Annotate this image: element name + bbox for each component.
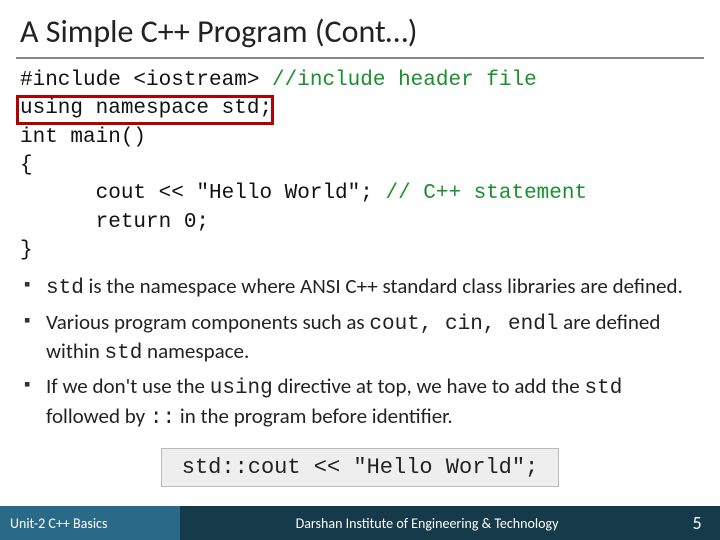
code-line: #include <iostream> //include header fil… bbox=[20, 67, 700, 95]
footer: Unit-2 C++ Basics Darshan Institute of E… bbox=[0, 506, 720, 540]
code-line: return 0; bbox=[20, 209, 700, 237]
footer-unit: Unit-2 C++ Basics bbox=[0, 506, 180, 540]
code-text: cout << "Hello World"; bbox=[20, 182, 373, 205]
slide: A Simple C++ Program (Cont…) #include <i… bbox=[0, 0, 720, 540]
code-line: int main() bbox=[20, 124, 700, 152]
code-inline: cout, cin, endl bbox=[369, 313, 558, 336]
bullet-text: directive at top, we have to add the bbox=[273, 373, 585, 399]
code-inline: :: bbox=[150, 407, 175, 430]
code-inline: std bbox=[105, 342, 143, 365]
code-line: using namespace std; bbox=[20, 95, 700, 123]
bullet-text: is the namespace where ANSI C++ standard… bbox=[84, 273, 683, 299]
bullet-text: in the program before identifier. bbox=[175, 403, 453, 429]
code-inline: std bbox=[46, 277, 84, 300]
slide-title: A Simple C++ Program (Cont…) bbox=[0, 0, 720, 57]
bullet-text: Various program components such as bbox=[46, 309, 369, 335]
code-block: #include <iostream> //include header fil… bbox=[0, 67, 720, 271]
title-underline bbox=[16, 57, 704, 59]
bullet-text: followed by bbox=[46, 403, 150, 429]
code-comment: //include header file bbox=[259, 69, 536, 92]
footer-page-number: 5 bbox=[674, 506, 720, 540]
code-line: } bbox=[20, 237, 700, 265]
example-wrap: std::cout << "Hello World"; bbox=[0, 448, 720, 487]
code-inline: using bbox=[210, 377, 273, 400]
bullet-item: Various program components such as cout,… bbox=[24, 309, 696, 368]
code-line: cout << "Hello World"; // C++ statement bbox=[20, 180, 700, 208]
code-text: #include <iostream> bbox=[20, 69, 259, 92]
code-inline: std bbox=[585, 377, 623, 400]
bullet-item: If we don't use the using directive at t… bbox=[24, 373, 696, 432]
bullet-list: std is the namespace where ANSI C++ stan… bbox=[0, 271, 720, 437]
bullet-item: std is the namespace where ANSI C++ stan… bbox=[24, 273, 696, 302]
footer-institute: Darshan Institute of Engineering & Techn… bbox=[180, 506, 674, 540]
code-comment: // C++ statement bbox=[373, 182, 587, 205]
code-line: { bbox=[20, 152, 700, 180]
example-code: std::cout << "Hello World"; bbox=[161, 448, 559, 487]
bullet-text: If we don't use the bbox=[46, 373, 210, 399]
bullet-text: namespace. bbox=[142, 338, 249, 364]
